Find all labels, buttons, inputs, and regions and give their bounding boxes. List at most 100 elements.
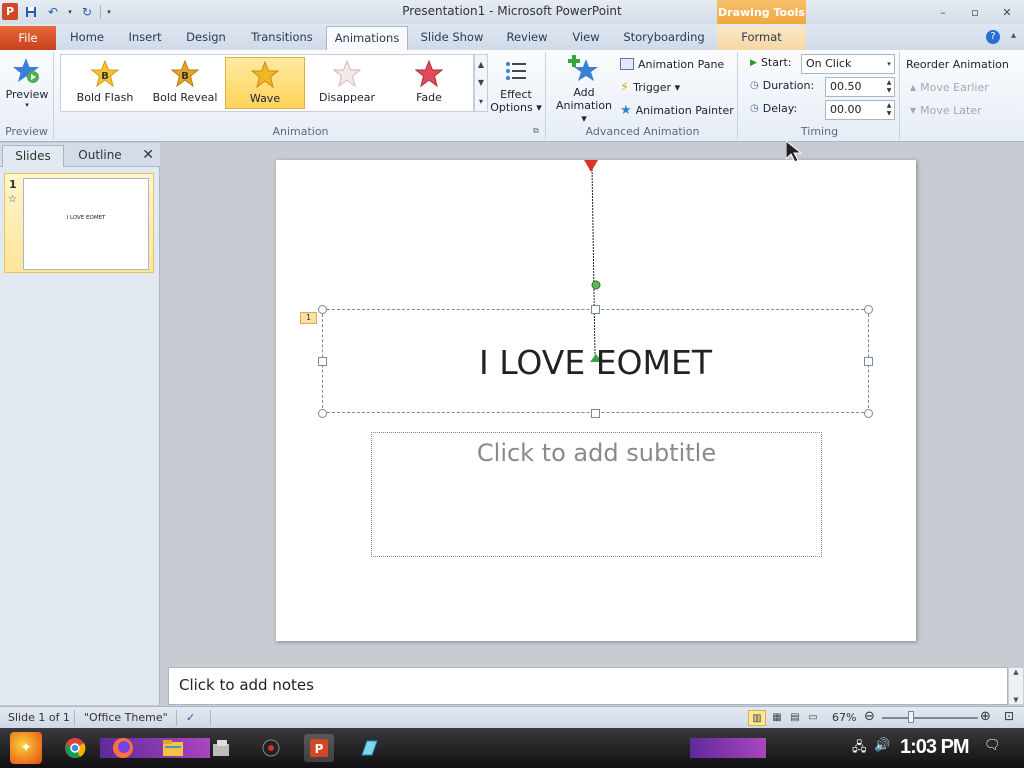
notifications-icon[interactable]: 🗨 — [984, 738, 1001, 753]
zoom-slider-thumb[interactable] — [908, 711, 914, 723]
app-icon[interactable] — [206, 734, 236, 762]
tab-review[interactable]: Review — [500, 26, 554, 50]
start-select[interactable]: On Click ▾ — [801, 54, 895, 74]
scroll-up-icon[interactable]: ▲ — [1013, 668, 1018, 676]
help-icon[interactable]: ? — [986, 30, 1000, 44]
customize-qat-icon[interactable]: ▾ — [105, 3, 113, 21]
resize-handle-top-left[interactable] — [318, 305, 327, 314]
fit-to-window-icon[interactable]: ⊡ — [1004, 709, 1014, 723]
resize-handle-top-right[interactable] — [864, 305, 873, 314]
gallery-scroll-down-icon[interactable]: ▼ — [478, 78, 484, 87]
notes-pane[interactable]: Click to add notes — [168, 667, 1008, 705]
close-panel-icon[interactable]: ✕ — [142, 147, 154, 163]
zoom-level[interactable]: 67% — [832, 711, 856, 724]
duration-input[interactable]: 00.50 ▲ ▼ — [825, 77, 895, 97]
resize-handle-bottom-left[interactable] — [318, 409, 327, 418]
save-icon[interactable] — [22, 3, 40, 21]
slide-title[interactable]: I LOVE EOMET — [323, 343, 868, 382]
animation-bold-reveal[interactable]: B Bold Reveal — [145, 57, 225, 109]
theme-name[interactable]: "Office Theme" — [84, 711, 168, 724]
status-separator — [176, 710, 177, 726]
redo-icon[interactable]: ↻ — [78, 3, 96, 21]
tab-animations[interactable]: Animations — [326, 26, 408, 50]
firefox-icon[interactable] — [108, 734, 138, 762]
effect-options-button[interactable]: Effect Options ▾ — [490, 54, 542, 114]
taskbar-clock[interactable]: 1:03 PM — [900, 736, 970, 759]
animation-painter-button[interactable]: ★ Animation Painter — [620, 100, 734, 120]
tab-transitions[interactable]: Transitions — [244, 26, 320, 50]
window-title: Presentation1 - Microsoft PowerPoint — [402, 4, 622, 18]
powerpoint-app-icon[interactable]: P — [2, 3, 18, 20]
tab-slides[interactable]: Slides — [2, 145, 64, 167]
animation-wave[interactable]: Wave — [225, 57, 305, 109]
gallery-more-icon[interactable]: ▾ — [479, 97, 483, 106]
title-placeholder[interactable]: I LOVE EOMET — [322, 309, 869, 413]
resize-handle-bottom[interactable] — [591, 409, 600, 418]
notes-placeholder: Click to add notes — [179, 676, 314, 694]
move-earlier-button[interactable]: ▲ Move Earlier — [910, 77, 989, 97]
move-later-icon: ▼ — [910, 105, 917, 115]
resize-handle-right[interactable] — [864, 357, 873, 366]
animation-order-badge[interactable]: 1 — [300, 312, 317, 324]
close-button[interactable]: ✕ — [992, 2, 1022, 22]
slide-show-view-icon[interactable]: ▭ — [804, 710, 822, 726]
effect-options-label-1: Effect — [500, 88, 532, 101]
animation-fade[interactable]: Fade — [389, 57, 469, 109]
resize-handle-top[interactable] — [591, 305, 600, 314]
animation-dialog-launcher-icon[interactable]: ⧉ — [533, 126, 539, 136]
zoom-in-icon[interactable]: ⊕ — [980, 709, 991, 724]
app-icon[interactable] — [354, 734, 384, 762]
spell-check-icon[interactable]: ✓ — [186, 711, 195, 724]
reorder-animation-label: Reorder Animation — [906, 57, 1009, 71]
network-icon[interactable]: 🖧 — [852, 738, 867, 760]
dropdown-arrow-icon[interactable]: ▾ — [66, 3, 74, 21]
resize-handle-bottom-right[interactable] — [864, 409, 873, 418]
tab-storyboarding[interactable]: Storyboarding — [618, 26, 710, 50]
tab-outline[interactable]: Outline — [68, 145, 132, 167]
animation-disappear[interactable]: Disappear — [307, 57, 387, 109]
delay-input[interactable]: 00.00 ▲ ▼ — [825, 100, 895, 120]
notes-scrollbar[interactable]: ▲ ▼ — [1008, 667, 1024, 705]
normal-view-icon[interactable]: ▥ — [748, 710, 766, 726]
start-button-icon[interactable]: ✦ — [10, 732, 42, 764]
app-icon[interactable] — [256, 734, 286, 762]
move-later-button[interactable]: ▼ Move Later — [910, 100, 982, 120]
powerpoint-taskbar-icon[interactable]: P — [304, 734, 334, 762]
slide-thumbnail-row[interactable]: 1 ☆ I LOVE EOMET — [4, 173, 154, 273]
reading-view-icon[interactable]: ▤ — [786, 710, 804, 726]
zoom-out-icon[interactable]: ⊖ — [864, 709, 875, 724]
tab-slide-show[interactable]: Slide Show — [416, 26, 488, 50]
gallery-scroll-up-icon[interactable]: ▲ — [478, 60, 484, 69]
volume-icon[interactable]: 🔊 — [874, 738, 890, 753]
duration-spinner-icon[interactable]: ▲ ▼ — [884, 78, 894, 96]
file-explorer-icon[interactable] — [158, 734, 188, 762]
animation-bold-flash[interactable]: B Bold Flash — [65, 57, 145, 109]
animation-indicator-icon[interactable]: ☆ — [8, 194, 17, 205]
minimize-button[interactable]: – — [928, 2, 958, 22]
zoom-slider-track[interactable] — [882, 717, 978, 719]
undo-icon[interactable]: ↶ — [44, 3, 62, 21]
gallery-scroll[interactable]: ▲ ▼ ▾ — [474, 54, 488, 112]
tab-insert[interactable]: Insert — [120, 26, 170, 50]
tab-design[interactable]: Design — [180, 26, 232, 50]
restore-button[interactable]: ▫ — [960, 2, 990, 22]
slide-sorter-icon[interactable]: ▦ — [768, 710, 786, 726]
delay-spinner-icon[interactable]: ▲ ▼ — [884, 101, 894, 119]
status-separator — [210, 710, 211, 726]
tab-home[interactable]: Home — [64, 26, 110, 50]
subtitle-placeholder[interactable]: Click to add subtitle — [371, 432, 822, 557]
slide-thumbnail[interactable]: I LOVE EOMET — [23, 178, 149, 270]
trigger-button[interactable]: ⚡ Trigger ▾ — [620, 77, 680, 97]
add-animation-icon — [552, 52, 616, 86]
resize-handle-left[interactable] — [318, 357, 327, 366]
tab-format[interactable]: Format — [717, 26, 806, 50]
tab-view[interactable]: View — [564, 26, 608, 50]
scroll-down-icon[interactable]: ▼ — [1013, 696, 1018, 704]
add-animation-button[interactable]: Add Animation ▾ — [552, 52, 616, 125]
preview-button[interactable]: Preview ▾ — [2, 54, 52, 109]
animation-pane-button[interactable]: Animation Pane — [620, 54, 724, 74]
tab-file[interactable]: File — [0, 26, 56, 50]
minimize-ribbon-icon[interactable]: ▴ — [1011, 30, 1016, 41]
chrome-icon[interactable] — [60, 734, 90, 762]
start-dropdown-icon[interactable]: ▾ — [884, 55, 894, 73]
